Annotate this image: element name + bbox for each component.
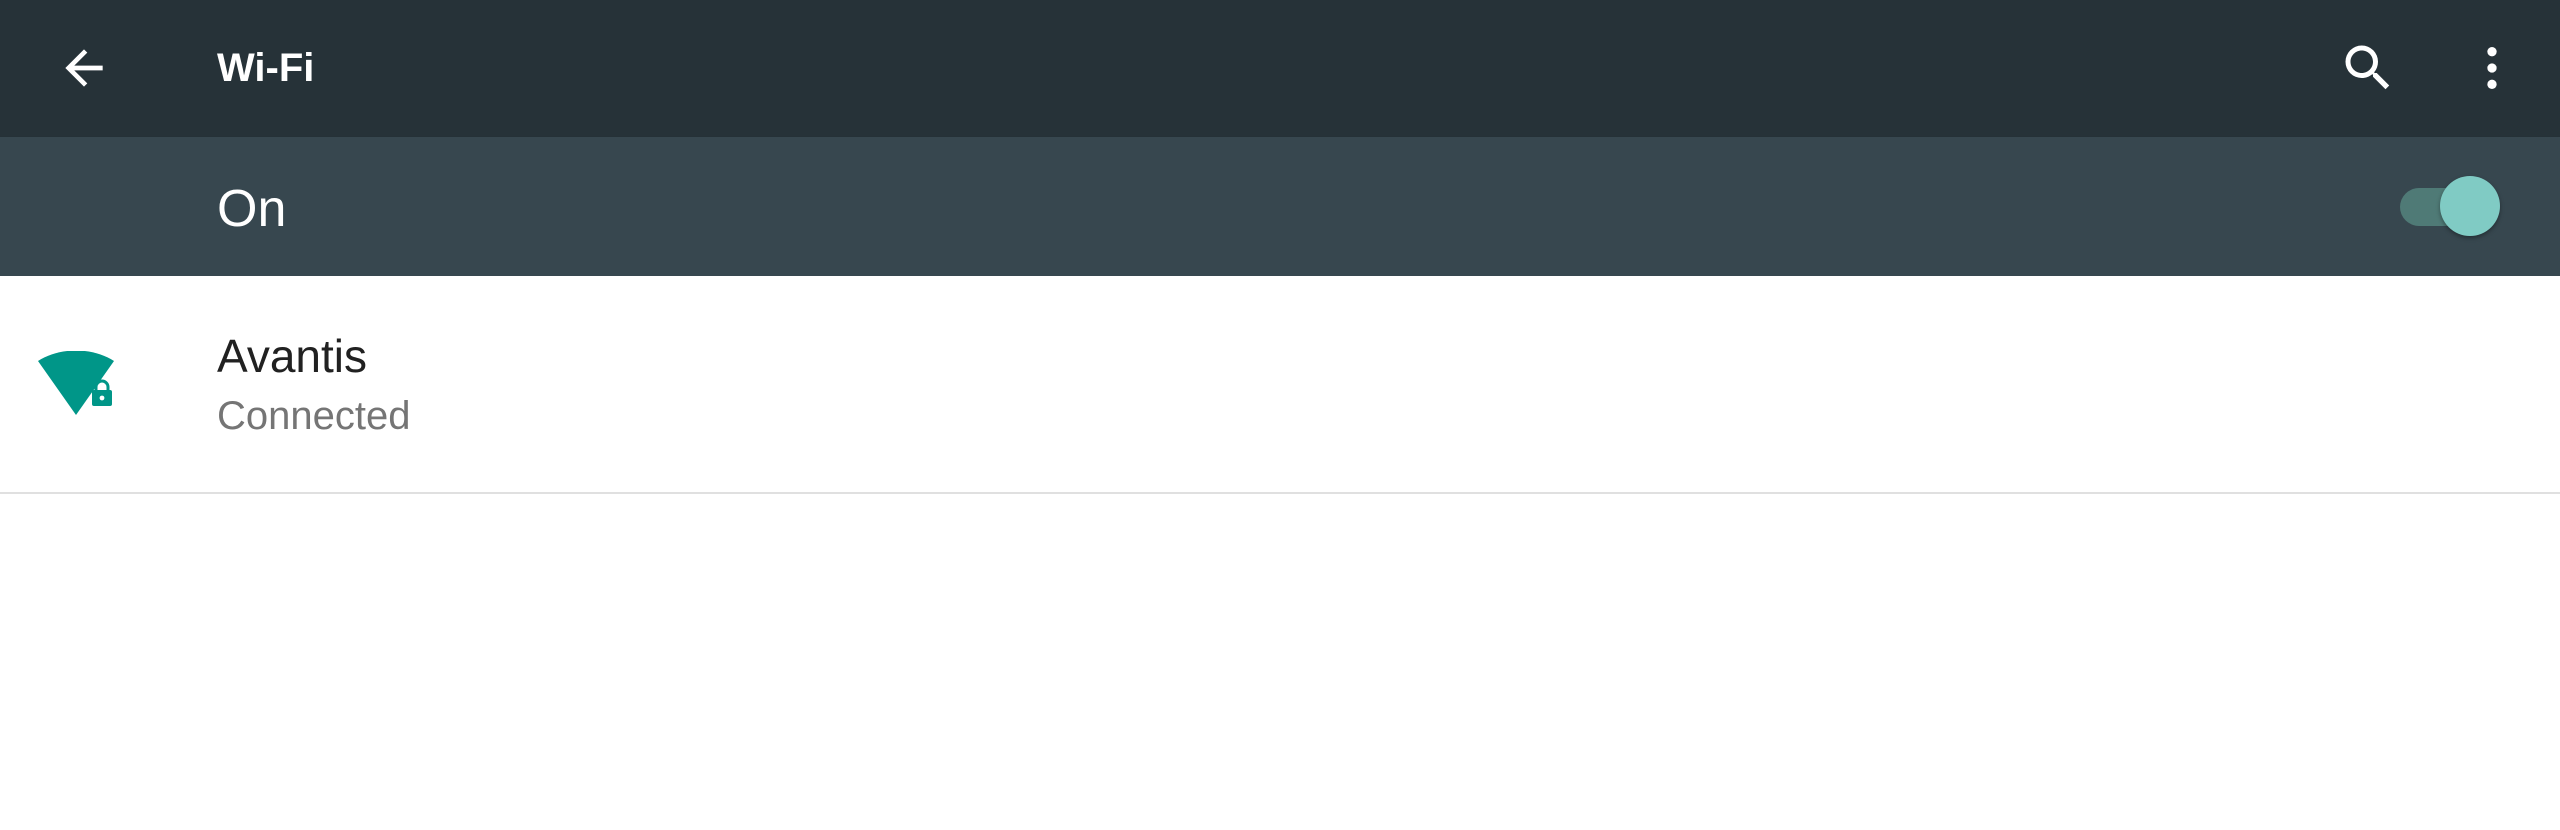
search-button[interactable] bbox=[2326, 26, 2410, 110]
network-ssid: Avantis bbox=[217, 330, 368, 382]
wifi-master-switch-bar[interactable]: On bbox=[0, 137, 2560, 276]
toggle-thumb bbox=[2440, 176, 2500, 236]
lock-icon bbox=[92, 379, 112, 406]
network-list-item[interactable]: Avantis Connected bbox=[0, 276, 2560, 493]
more-options-button[interactable] bbox=[2450, 26, 2534, 110]
wifi-switch-label: On bbox=[217, 180, 287, 238]
wifi-toggle-switch[interactable] bbox=[2392, 174, 2512, 238]
back-button[interactable] bbox=[40, 26, 128, 110]
arrow-back-icon bbox=[65, 49, 103, 87]
more-vert-icon bbox=[2487, 47, 2497, 89]
list-divider bbox=[0, 492, 2560, 494]
page-title: Wi-Fi bbox=[217, 46, 315, 90]
wifi-signal-locked-icon bbox=[38, 351, 114, 415]
search-icon bbox=[2345, 45, 2390, 90]
network-status: Connected bbox=[217, 394, 411, 438]
app-toolbar: Wi-Fi bbox=[0, 0, 2560, 137]
wifi-settings-screen: Wi-Fi On Avantis Connected bbox=[0, 0, 2560, 830]
